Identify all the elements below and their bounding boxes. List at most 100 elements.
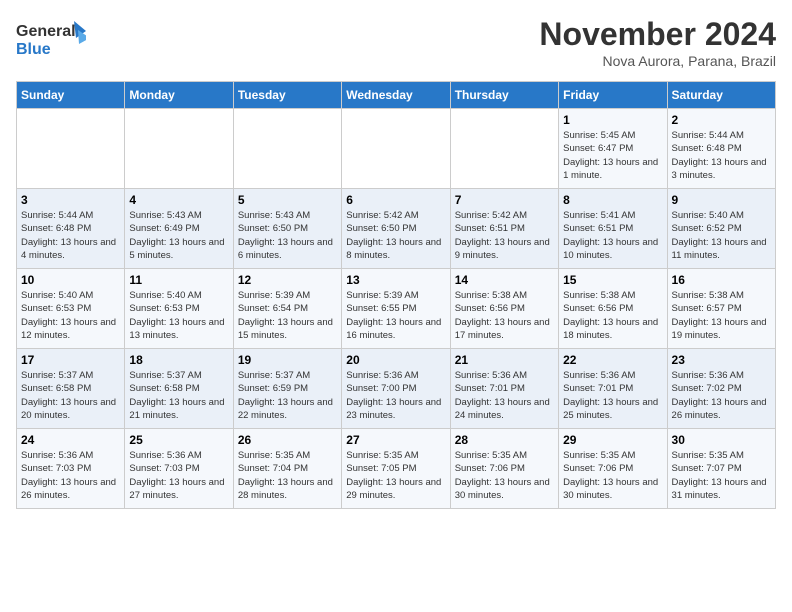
calendar-week-row: 24 Sunrise: 5:36 AMSunset: 7:03 PMDayligh… bbox=[17, 429, 776, 509]
day-number: 4 bbox=[129, 193, 228, 207]
day-info-text: Sunrise: 5:39 AMSunset: 6:55 PMDaylight:… bbox=[346, 289, 445, 342]
calendar-day-cell: 9 Sunrise: 5:40 AMSunset: 6:52 PMDaylight… bbox=[667, 189, 775, 269]
weekday-header: Sunday bbox=[17, 82, 125, 109]
calendar-day-cell: 26 Sunrise: 5:35 AMSunset: 7:04 PMDayligh… bbox=[233, 429, 341, 509]
svg-text:Blue: Blue bbox=[16, 41, 51, 58]
day-number: 24 bbox=[21, 433, 120, 447]
day-number: 8 bbox=[563, 193, 662, 207]
day-number: 20 bbox=[346, 353, 445, 367]
day-number: 13 bbox=[346, 273, 445, 287]
day-info-text: Sunrise: 5:38 AMSunset: 6:56 PMDaylight:… bbox=[563, 289, 662, 342]
day-number: 15 bbox=[563, 273, 662, 287]
empty-day-cell bbox=[233, 109, 341, 189]
day-info-text: Sunrise: 5:36 AMSunset: 7:02 PMDaylight:… bbox=[672, 369, 771, 422]
weekday-header: Tuesday bbox=[233, 82, 341, 109]
weekday-header: Thursday bbox=[450, 82, 558, 109]
day-info-text: Sunrise: 5:36 AMSunset: 7:01 PMDaylight:… bbox=[563, 369, 662, 422]
calendar-day-cell: 30Sunrise: 5:35 AMSunset: 7:07 PMDayligh… bbox=[667, 429, 775, 509]
day-info-text: Sunrise: 5:41 AMSunset: 6:51 PMDaylight:… bbox=[563, 209, 662, 262]
day-info-text: Sunrise: 5:36 AMSunset: 7:03 PMDaylight:… bbox=[21, 449, 120, 502]
day-info-text: Sunrise: 5:43 AMSunset: 6:50 PMDaylight:… bbox=[238, 209, 337, 262]
calendar-week-row: 10 Sunrise: 5:40 AMSunset: 6:53 PMDayligh… bbox=[17, 269, 776, 349]
calendar-day-cell: 4Sunrise: 5:43 AMSunset: 6:49 PMDaylight… bbox=[125, 189, 233, 269]
calendar-day-cell: 13 Sunrise: 5:39 AMSunset: 6:55 PMDayligh… bbox=[342, 269, 450, 349]
day-info-text: Sunrise: 5:40 AMSunset: 6:53 PMDaylight:… bbox=[21, 289, 120, 342]
day-info-text: Sunrise: 5:44 AMSunset: 6:48 PMDaylight:… bbox=[21, 209, 120, 262]
day-info-text: Sunrise: 5:38 AMSunset: 6:57 PMDaylight:… bbox=[672, 289, 771, 342]
day-info-text: Sunrise: 5:37 AMSunset: 6:58 PMDaylight:… bbox=[129, 369, 228, 422]
calendar-day-cell: 21Sunrise: 5:36 AMSunset: 7:01 PMDayligh… bbox=[450, 349, 558, 429]
day-info-text: Sunrise: 5:40 AMSunset: 6:53 PMDaylight:… bbox=[129, 289, 228, 342]
calendar-day-cell: 25Sunrise: 5:36 AMSunset: 7:03 PMDayligh… bbox=[125, 429, 233, 509]
location-text: Nova Aurora, Parana, Brazil bbox=[539, 53, 776, 69]
page-header: General Blue November 2024 Nova Aurora, … bbox=[16, 16, 776, 69]
calendar-week-row: 17 Sunrise: 5:37 AMSunset: 6:58 PMDayligh… bbox=[17, 349, 776, 429]
calendar-day-cell: 6 Sunrise: 5:42 AMSunset: 6:50 PMDaylight… bbox=[342, 189, 450, 269]
day-info-text: Sunrise: 5:37 AMSunset: 6:59 PMDaylight:… bbox=[238, 369, 337, 422]
calendar-day-cell: 23 Sunrise: 5:36 AMSunset: 7:02 PMDayligh… bbox=[667, 349, 775, 429]
calendar-day-cell: 28 Sunrise: 5:35 AMSunset: 7:06 PMDayligh… bbox=[450, 429, 558, 509]
calendar-table: SundayMondayTuesdayWednesdayThursdayFrid… bbox=[16, 81, 776, 509]
calendar-day-cell: 10 Sunrise: 5:40 AMSunset: 6:53 PMDayligh… bbox=[17, 269, 125, 349]
calendar-day-cell: 8 Sunrise: 5:41 AMSunset: 6:51 PMDaylight… bbox=[559, 189, 667, 269]
calendar-day-cell: 22 Sunrise: 5:36 AMSunset: 7:01 PMDayligh… bbox=[559, 349, 667, 429]
empty-day-cell bbox=[17, 109, 125, 189]
day-info-text: Sunrise: 5:36 AMSunset: 7:01 PMDaylight:… bbox=[455, 369, 554, 422]
day-info-text: Sunrise: 5:37 AMSunset: 6:58 PMDaylight:… bbox=[21, 369, 120, 422]
day-info-text: Sunrise: 5:42 AMSunset: 6:51 PMDaylight:… bbox=[455, 209, 554, 262]
calendar-day-cell: 15 Sunrise: 5:38 AMSunset: 6:56 PMDayligh… bbox=[559, 269, 667, 349]
day-number: 10 bbox=[21, 273, 120, 287]
day-number: 1 bbox=[563, 113, 662, 127]
calendar-day-cell: 20Sunrise: 5:36 AMSunset: 7:00 PMDayligh… bbox=[342, 349, 450, 429]
day-number: 26 bbox=[238, 433, 337, 447]
day-number: 19 bbox=[238, 353, 337, 367]
empty-day-cell bbox=[450, 109, 558, 189]
day-number: 30 bbox=[672, 433, 771, 447]
day-number: 23 bbox=[672, 353, 771, 367]
calendar-day-cell: 3 Sunrise: 5:44 AMSunset: 6:48 PMDaylight… bbox=[17, 189, 125, 269]
day-number: 6 bbox=[346, 193, 445, 207]
day-number: 12 bbox=[238, 273, 337, 287]
day-number: 2 bbox=[672, 113, 771, 127]
day-number: 25 bbox=[129, 433, 228, 447]
calendar-day-cell: 11 Sunrise: 5:40 AMSunset: 6:53 PMDayligh… bbox=[125, 269, 233, 349]
empty-day-cell bbox=[125, 109, 233, 189]
calendar-day-cell: 17 Sunrise: 5:37 AMSunset: 6:58 PMDayligh… bbox=[17, 349, 125, 429]
logo: General Blue bbox=[16, 16, 86, 66]
logo-svg: General Blue bbox=[16, 16, 86, 66]
day-number: 3 bbox=[21, 193, 120, 207]
day-number: 28 bbox=[455, 433, 554, 447]
day-info-text: Sunrise: 5:42 AMSunset: 6:50 PMDaylight:… bbox=[346, 209, 445, 262]
calendar-week-row: 1 Sunrise: 5:45 AMSunset: 6:47 PMDaylight… bbox=[17, 109, 776, 189]
day-info-text: Sunrise: 5:44 AMSunset: 6:48 PMDaylight:… bbox=[672, 129, 771, 182]
calendar-day-cell: 29 Sunrise: 5:35 AMSunset: 7:06 PMDayligh… bbox=[559, 429, 667, 509]
day-number: 11 bbox=[129, 273, 228, 287]
day-info-text: Sunrise: 5:38 AMSunset: 6:56 PMDaylight:… bbox=[455, 289, 554, 342]
day-number: 29 bbox=[563, 433, 662, 447]
empty-day-cell bbox=[342, 109, 450, 189]
calendar-week-row: 3 Sunrise: 5:44 AMSunset: 6:48 PMDaylight… bbox=[17, 189, 776, 269]
calendar-day-cell: 19 Sunrise: 5:37 AMSunset: 6:59 PMDayligh… bbox=[233, 349, 341, 429]
day-number: 16 bbox=[672, 273, 771, 287]
day-number: 5 bbox=[238, 193, 337, 207]
day-info-text: Sunrise: 5:35 AMSunset: 7:04 PMDaylight:… bbox=[238, 449, 337, 502]
day-info-text: Sunrise: 5:35 AMSunset: 7:06 PMDaylight:… bbox=[455, 449, 554, 502]
day-info-text: Sunrise: 5:45 AMSunset: 6:47 PMDaylight:… bbox=[563, 129, 662, 182]
calendar-day-cell: 27Sunrise: 5:35 AMSunset: 7:05 PMDayligh… bbox=[342, 429, 450, 509]
day-number: 18 bbox=[129, 353, 228, 367]
day-number: 9 bbox=[672, 193, 771, 207]
calendar-day-cell: 1 Sunrise: 5:45 AMSunset: 6:47 PMDaylight… bbox=[559, 109, 667, 189]
day-info-text: Sunrise: 5:40 AMSunset: 6:52 PMDaylight:… bbox=[672, 209, 771, 262]
day-info-text: Sunrise: 5:39 AMSunset: 6:54 PMDaylight:… bbox=[238, 289, 337, 342]
day-number: 17 bbox=[21, 353, 120, 367]
calendar-day-cell: 5 Sunrise: 5:43 AMSunset: 6:50 PMDaylight… bbox=[233, 189, 341, 269]
calendar-day-cell: 7 Sunrise: 5:42 AMSunset: 6:51 PMDaylight… bbox=[450, 189, 558, 269]
day-number: 14 bbox=[455, 273, 554, 287]
calendar-day-cell: 24 Sunrise: 5:36 AMSunset: 7:03 PMDayligh… bbox=[17, 429, 125, 509]
day-number: 22 bbox=[563, 353, 662, 367]
weekday-header: Wednesday bbox=[342, 82, 450, 109]
day-number: 7 bbox=[455, 193, 554, 207]
day-info-text: Sunrise: 5:35 AMSunset: 7:05 PMDaylight:… bbox=[346, 449, 445, 502]
month-title: November 2024 bbox=[539, 16, 776, 53]
day-info-text: Sunrise: 5:35 AMSunset: 7:06 PMDaylight:… bbox=[563, 449, 662, 502]
